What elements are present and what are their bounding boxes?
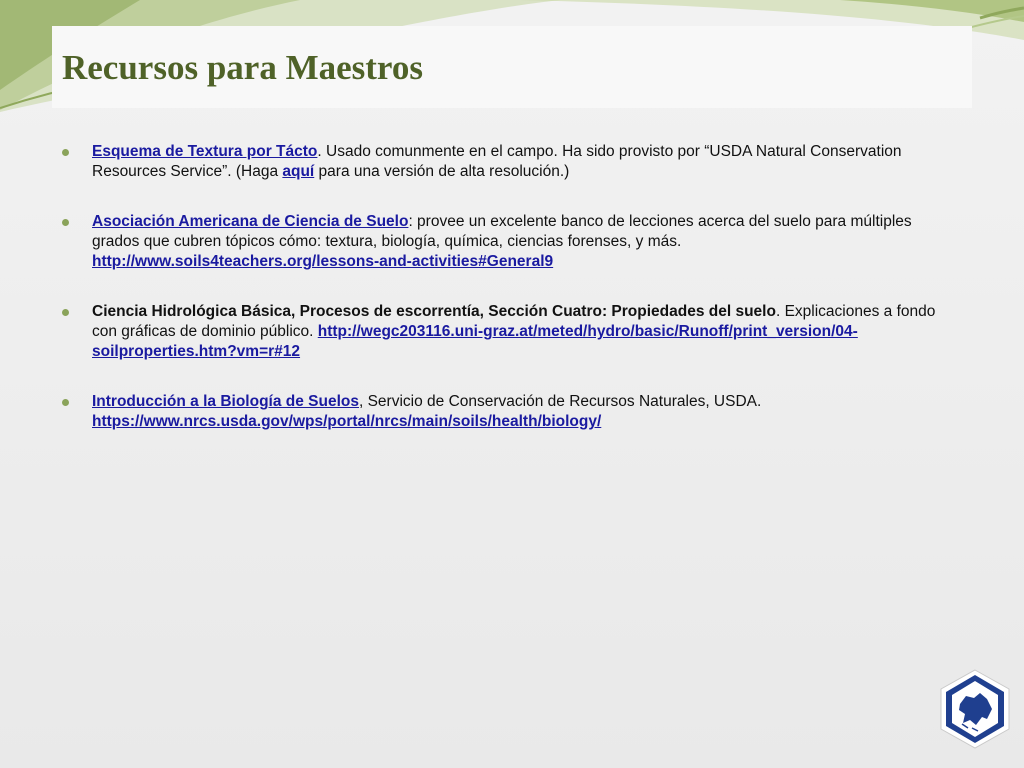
nrcs-url-link[interactable]: https://www.nrcs.usda.gov/wps/portal/nrc…: [92, 413, 601, 430]
item-text: , Servicio de Conservación de Recursos N…: [358, 393, 762, 410]
texture-chart-link[interactable]: Esquema de Textura por Tácto: [92, 143, 317, 160]
bullet-icon: [62, 399, 69, 406]
soil-biology-link[interactable]: Introducción a la Biología de Suelos: [92, 393, 359, 410]
list-item: Introducción a la Biología de Suelos, Se…: [62, 392, 952, 432]
list-item: Ciencia Hidrológica Básica, Procesos de …: [62, 302, 952, 362]
bullet-icon: [62, 219, 69, 226]
resource-list: Esquema de Textura por Tácto. Usado comu…: [62, 142, 952, 462]
alaska-seal-icon: [940, 669, 1010, 749]
list-item: Esquema de Textura por Tácto. Usado comu…: [62, 142, 952, 182]
item-heading: Ciencia Hidrológica Básica, Procesos de …: [92, 303, 776, 320]
slide: Recursos para Maestros Esquema de Textur…: [0, 0, 1024, 768]
soil-science-society-link[interactable]: Asociación Americana de Ciencia de Suelo: [92, 213, 408, 230]
item-text: para una versión de alta resolución.): [314, 163, 570, 180]
soils4teachers-url-link[interactable]: http://www.soils4teachers.org/lessons-an…: [92, 253, 553, 270]
bullet-icon: [62, 149, 69, 156]
title-bar: Recursos para Maestros: [52, 26, 972, 108]
high-resolution-link[interactable]: aquí: [282, 163, 314, 180]
list-item: Asociación Americana de Ciencia de Suelo…: [62, 212, 952, 272]
slide-title: Recursos para Maestros: [62, 48, 423, 87]
bullet-icon: [62, 309, 69, 316]
